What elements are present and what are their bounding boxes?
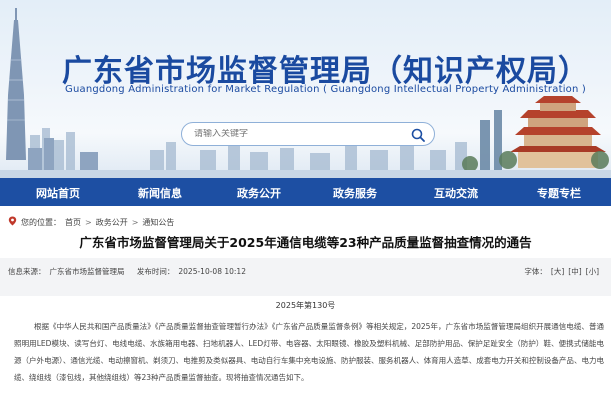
article-meta: 信息来源： 广东省市场监督管理局 发布时间： 2025-10-08 10:12 字体… <box>0 258 611 296</box>
font-size-label: 字体： <box>524 267 547 276</box>
font-size-small[interactable]: [小] <box>586 266 599 277</box>
breadcrumb-government-affairs[interactable]: 政务公开 <box>96 217 128 228</box>
breadcrumb-separator: > <box>85 217 92 227</box>
search-icon[interactable] <box>409 126 426 143</box>
source-label: 信息来源： <box>8 267 46 276</box>
nav-item-services[interactable]: 政务服务 <box>333 185 377 201</box>
nav-item-special-topics[interactable]: 专题专栏 <box>537 185 581 201</box>
article-source-time: 信息来源： 广东省市场监督管理局 发布时间： 2025-10-08 10:12 <box>8 266 246 277</box>
main-nav: 网站首页 新闻信息 政务公开 政务服务 互动交流 专题专栏 <box>0 178 611 206</box>
article-body: 根据《中华人民共和国产品质量法》《产品质量监督抽查管理暂行办法》《广东省产品质量… <box>14 322 604 382</box>
search-input[interactable] <box>194 129 404 139</box>
site-subtitle: Guangdong Administration for Market Regu… <box>65 84 587 95</box>
breadcrumb: 您的位置： 首页 > 政务公开 > 通知公告 <box>8 216 174 228</box>
search-box <box>181 122 435 146</box>
font-size-large[interactable]: [大] <box>551 266 564 277</box>
nav-item-interaction[interactable]: 互动交流 <box>434 185 478 201</box>
font-size-controls: 字体： [大] [中] [小] <box>524 266 599 277</box>
font-size-medium[interactable]: [中] <box>568 266 581 277</box>
breadcrumb-home[interactable]: 首页 <box>65 217 81 228</box>
breadcrumb-notices[interactable]: 通知公告 <box>142 217 174 228</box>
breadcrumb-label: 您的位置： <box>21 217 61 227</box>
nav-item-news[interactable]: 新闻信息 <box>138 185 182 201</box>
document-number: 2025年第130号 <box>275 301 336 310</box>
nav-item-home[interactable]: 网站首页 <box>36 185 80 201</box>
breadcrumb-separator: > <box>131 217 139 227</box>
article-title: 广东省市场监督管理局关于2025年通信电缆等23种产品质量监督抽查情况的通告 <box>79 235 532 250</box>
location-pin-icon <box>8 216 17 228</box>
nav-item-government-affairs[interactable]: 政务公开 <box>237 185 281 201</box>
source-value: 广东省市场监督管理局 <box>49 267 125 276</box>
time-label: 发布时间： <box>136 267 175 276</box>
site-banner: 广东省市场监督管理局（知识产权局） Guangdong Administrati… <box>0 0 611 178</box>
time-value: 2025-10-08 10:12 <box>178 267 246 276</box>
